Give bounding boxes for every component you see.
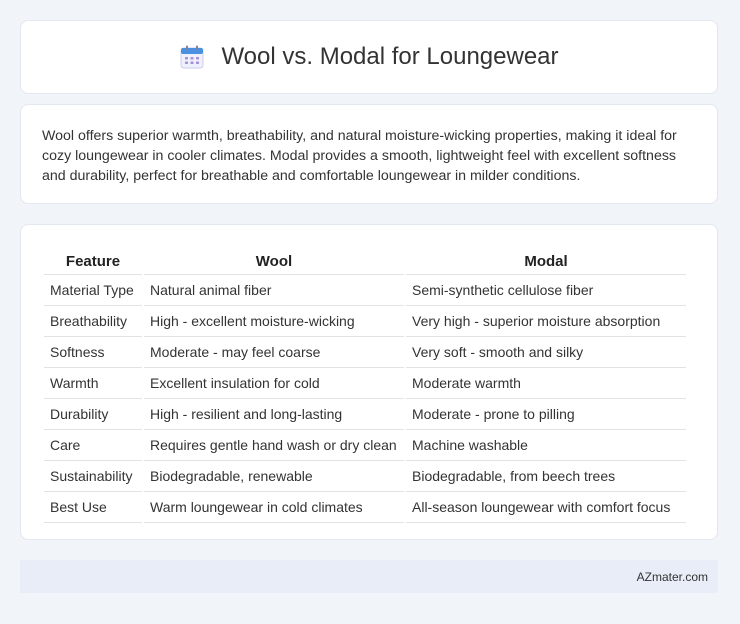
modal-cell: Very soft - smooth and silky [406,337,686,368]
description-text: Wool offers superior warmth, breathabili… [42,128,677,184]
modal-cell: Moderate - prone to pilling [406,399,686,430]
description-card: Wool offers superior warmth, breathabili… [20,104,718,204]
comparison-card: Feature Wool Modal Material Type Natural… [20,224,718,540]
wool-cell: Natural animal fiber [144,275,404,306]
page-title: Wool vs. Modal for Loungewear [221,43,559,70]
modal-cell: Machine washable [406,430,686,461]
wool-cell: Excellent insulation for cold [144,368,404,399]
wool-cell: High - excellent moisture-wicking [144,306,404,337]
table-row: Material Type Natural animal fiber Semi-… [44,275,686,306]
feature-cell: Breathability [44,306,142,337]
feature-cell: Warmth [44,368,142,399]
wool-cell: Moderate - may feel coarse [144,337,404,368]
table-row: Warmth Excellent insulation for cold Mod… [44,368,686,399]
table-row: Best Use Warm loungewear in cold climate… [44,492,686,523]
footer: AZmater.com [20,560,718,593]
modal-cell: Very high - superior moisture absorption [406,306,686,337]
column-header-modal: Modal [406,247,686,275]
wool-cell: Biodegradable, renewable [144,461,404,492]
table-row: Sustainability Biodegradable, renewable … [44,461,686,492]
title-card: Wool vs. Modal for Loungewear [20,20,718,94]
table-row: Care Requires gentle hand wash or dry cl… [44,430,686,461]
modal-cell: Moderate warmth [406,368,686,399]
feature-cell: Softness [44,337,142,368]
comparison-table: Feature Wool Modal Material Type Natural… [42,247,688,523]
modal-cell: Semi-synthetic cellulose fiber [406,275,686,306]
modal-cell: All-season loungewear with comfort focus [406,492,686,523]
column-header-wool: Wool [144,247,404,275]
title-wrap: Wool vs. Modal for Loungewear [179,43,559,71]
feature-cell: Care [44,430,142,461]
feature-cell: Durability [44,399,142,430]
feature-cell: Material Type [44,275,142,306]
modal-cell: Biodegradable, from beech trees [406,461,686,492]
table-row: Breathability High - excellent moisture-… [44,306,686,337]
wool-cell: Warm loungewear in cold climates [144,492,404,523]
table-row: Softness Moderate - may feel coarse Very… [44,337,686,368]
feature-cell: Best Use [44,492,142,523]
calendar-icon [180,45,204,69]
footer-site-link[interactable]: AZmater.com [637,570,708,584]
feature-cell: Sustainability [44,461,142,492]
table-header-row: Feature Wool Modal [44,247,686,275]
table-row: Durability High - resilient and long-las… [44,399,686,430]
wool-cell: Requires gentle hand wash or dry clean [144,430,404,461]
column-header-feature: Feature [44,247,142,275]
wool-cell: High - resilient and long-lasting [144,399,404,430]
